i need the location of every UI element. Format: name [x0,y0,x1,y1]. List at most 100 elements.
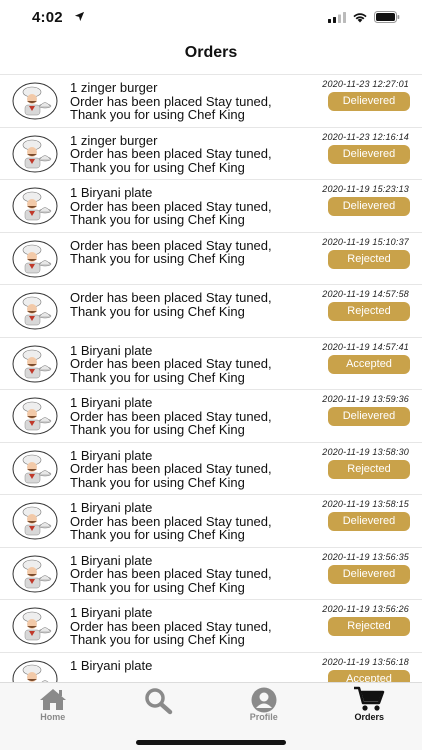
order-row[interactable]: 1 Biryani plate Order has been placed St… [0,600,422,653]
order-message: 1 Biryani plate Order has been placed St… [70,396,310,437]
order-status-badge[interactable]: Delievered [328,564,410,584]
order-timestamp: 2020-11-23 12:27:01 [322,79,409,89]
tab-label-profile: Profile [249,712,278,722]
order-status-badge[interactable]: Delievered [328,197,410,216]
chef-avatar-icon [12,502,58,540]
order-item: 1 Biryani plate [70,185,153,200]
order-row[interactable]: 1 Biryani plate Order has been placed St… [0,390,422,443]
chef-avatar-icon [12,450,58,487]
chef-avatar-icon [12,607,58,645]
order-row[interactable]: Order has been placed Stay tuned, Thank … [0,285,422,338]
order-status-badge[interactable]: Rejected [328,249,410,269]
order-status-message: Order has been placed Stay tuned, [70,237,272,253]
chef-avatar-icon [12,555,58,592]
order-thanks-message: Thank you for using Chef King [70,107,245,122]
home-icon [39,689,66,710]
cart-icon [354,686,385,711]
wifi-icon [353,13,367,23]
order-row[interactable]: 1 Biryani plate Order has been placed St… [0,180,422,233]
location-arrow-icon [74,11,85,22]
tab-home[interactable]: Home [0,683,106,731]
order-status-badge[interactable]: Delievered [328,407,410,426]
tab-profile[interactable]: Profile [211,683,317,731]
order-status-message: Order has been placed Stay tuned, [70,356,272,371]
order-status-message: Order has been placed Stay tuned, [70,146,272,161]
order-item: 1 zinger burger [70,132,158,148]
order-thanks-message: Thank you for using Chef King [70,579,245,595]
order-timestamp: 2020-11-23 12:16:14 [322,131,409,142]
order-timestamp: 2020-11-19 13:59:36 [322,394,409,404]
order-status-badge[interactable]: Delievered [328,92,410,111]
order-status-badge[interactable]: Rejected [328,302,410,321]
order-timestamp: 2020-11-19 15:10:37 [322,236,409,247]
order-status-message: Order has been placed Stay tuned, [70,513,272,529]
profile-icon [251,687,277,713]
order-timestamp: 2020-11-19 13:56:35 [322,551,409,562]
status-time: 4:02 [32,9,63,26]
status-icons [328,11,400,23]
order-status-message: Order has been placed Stay tuned, [70,198,272,214]
order-timestamp: 2020-11-19 14:57:58 [322,289,409,299]
order-timestamp: 2020-11-19 13:58:15 [322,499,409,509]
order-row[interactable]: 1 zinger burger Order has been placed St… [0,75,422,128]
tab-label-home: Home [40,712,66,722]
order-status-badge[interactable]: Accepted [328,669,410,682]
home-indicator [136,740,286,745]
order-message: Order has been placed Stay tuned, Thank … [70,291,310,318]
order-row[interactable]: 1 zinger burger Order has been placed St… [0,127,422,180]
order-item: 1 zinger burger [70,80,158,95]
chef-avatar-icon [12,345,58,382]
order-row[interactable]: 1 Biryani plate Order has been placed St… [0,495,422,548]
order-status-message: Order has been placed Stay tuned, [70,566,272,581]
order-message: 1 Biryani plate Order has been placed St… [70,606,310,647]
order-thanks-message: Thank you for using Chef King [70,251,245,266]
order-message: 1 Biryani plate Order has been placed St… [70,186,310,227]
chef-avatar-icon [12,660,58,682]
chef-avatar-icon [12,187,58,225]
order-timestamp: 2020-11-19 13:56:18 [322,656,409,667]
signal-icon [328,11,346,23]
order-thanks-message: Thank you for using Chef King [70,474,245,490]
order-item: 1 Biryani plate [70,657,153,673]
chef-avatar-icon [12,397,58,435]
chef-avatar-icon [12,240,58,277]
order-status-badge[interactable]: Rejected [328,459,410,479]
order-status-message: Order has been placed Stay tuned, [70,618,272,634]
order-status-badge[interactable]: Rejected [328,617,410,636]
order-status-badge[interactable]: Delievered [328,144,410,164]
order-thanks-message: Thank you for using Chef King [70,527,245,542]
order-message: 1 Biryani plate Order has been placed St… [70,343,310,385]
chef-avatar-icon [12,82,58,120]
status-bar: 4:02 [0,0,422,36]
order-message: 1 zinger burger Order has been placed St… [70,81,310,122]
order-status-badge[interactable]: Delievered [328,512,410,531]
order-row[interactable]: 1 Biryani plate Order has been placed St… [0,337,422,390]
order-timestamp: 2020-11-19 15:23:13 [322,184,409,194]
order-item: 1 Biryani plate [70,447,153,463]
order-message: 1 zinger burger Order has been placed St… [70,132,310,175]
order-message: 1 Biryani plate Order has been placed St… [70,501,310,542]
order-status-message: Order has been placed Stay tuned, [70,93,272,109]
order-item: 1 Biryani plate [70,552,153,568]
order-row[interactable]: 1 Biryani plate 2020-11-19 13:56:18 Acce… [0,652,422,682]
chef-avatar-icon [12,292,58,330]
order-timestamp: 2020-11-19 13:58:30 [322,446,409,457]
order-status-badge[interactable]: Accepted [328,354,410,374]
order-row[interactable]: 1 Biryani plate Order has been placed St… [0,547,422,600]
order-row[interactable]: 1 Biryani plate Order has been placed St… [0,442,422,495]
orders-list[interactable]: 1 zinger burger Order has been placed St… [0,74,422,682]
tab-label-orders: Orders [354,712,384,722]
order-status-message: Order has been placed Stay tuned, [70,408,272,424]
order-timestamp: 2020-11-19 14:57:41 [322,341,409,352]
order-timestamp: 2020-11-19 13:56:26 [322,604,409,614]
chef-avatar-icon [12,135,58,172]
order-message: Order has been placed Stay tuned, Thank … [70,237,310,266]
order-thanks-message: Thank you for using Chef King [70,422,245,437]
page-title: Orders [184,44,238,61]
battery-icon [374,11,400,23]
order-row[interactable]: Order has been placed Stay tuned, Thank … [0,232,422,285]
tab-orders[interactable]: Orders [317,683,422,731]
search-icon [145,688,173,715]
order-thanks-message: Thank you for using Chef King [70,159,245,175]
tab-search[interactable] [106,683,212,731]
